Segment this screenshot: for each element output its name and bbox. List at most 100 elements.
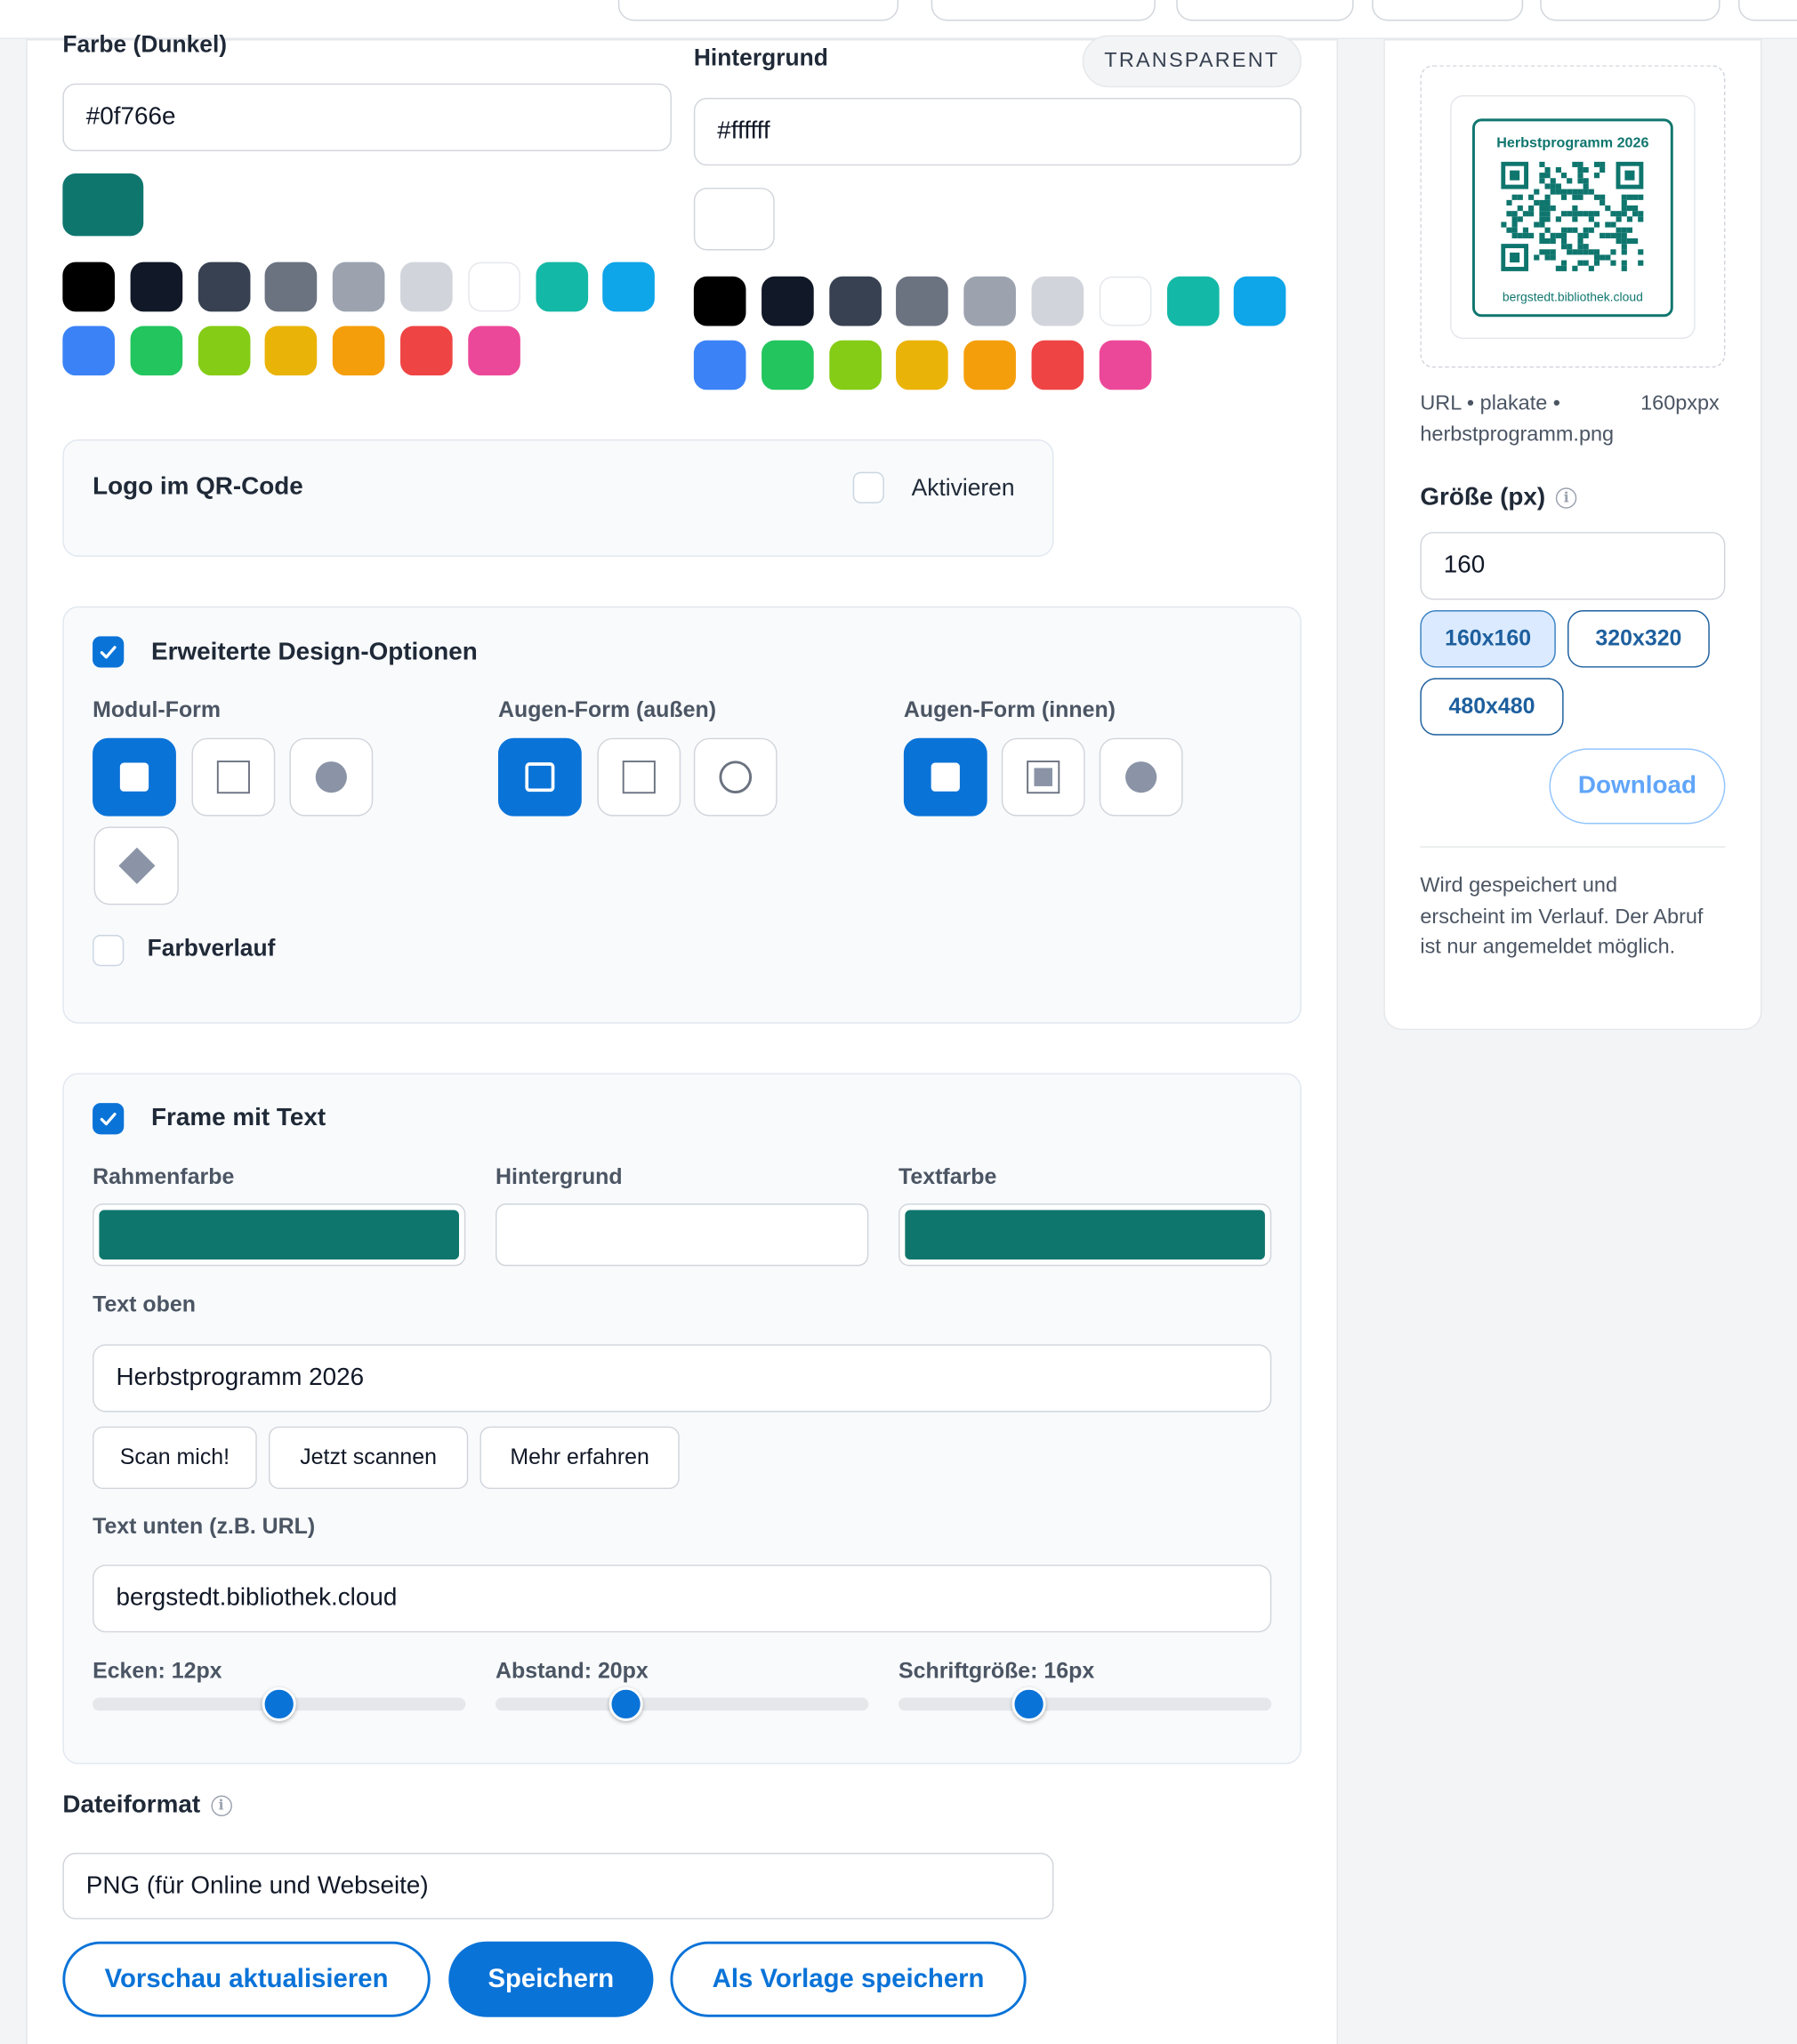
color-swatch[interactable]: [265, 326, 318, 376]
text-top-input[interactable]: Herbstprogramm 2026: [93, 1344, 1272, 1412]
toolbar-chip[interactable]: [1176, 0, 1354, 21]
qr-module: [1510, 170, 1520, 181]
frame-text-color-input[interactable]: [898, 1203, 1272, 1267]
color-swatch[interactable]: [197, 262, 250, 312]
color-swatch[interactable]: [130, 262, 182, 312]
color-swatch[interactable]: [828, 340, 882, 390]
spacing-slider-thumb[interactable]: [608, 1686, 643, 1721]
eye-inner-square[interactable]: [903, 737, 987, 817]
info-icon[interactable]: i: [1555, 487, 1577, 509]
color-swatch[interactable]: [197, 326, 250, 376]
square-icon: [931, 762, 960, 792]
frame-checkbox[interactable]: [93, 1103, 125, 1135]
size-320-button[interactable]: 320x320: [1567, 610, 1710, 668]
logo-activate-checkbox[interactable]: [852, 471, 884, 503]
eye-inner-label: Augen-Form (innen): [903, 697, 1116, 723]
download-button[interactable]: Download: [1549, 748, 1726, 825]
preset-scan-mich[interactable]: Scan mich!: [93, 1426, 257, 1490]
toolbar-chip[interactable]: [617, 0, 899, 21]
color-swatch[interactable]: [896, 340, 949, 390]
info-icon[interactable]: i: [210, 1795, 232, 1816]
module-shape-dot[interactable]: [289, 737, 374, 817]
preset-mehr-erfahren[interactable]: Mehr erfahren: [479, 1426, 680, 1490]
size-160-button[interactable]: 160x160: [1420, 610, 1556, 668]
color-swatch[interactable]: [265, 262, 318, 312]
color-swatch[interactable]: [130, 326, 182, 376]
qr-module: [1539, 221, 1545, 228]
color-swatch[interactable]: [963, 340, 1017, 390]
qr-module: [1577, 249, 1583, 255]
size-480-button[interactable]: 480x480: [1420, 678, 1564, 736]
frame-border-color-input[interactable]: [93, 1203, 466, 1267]
eye-outer-sharp[interactable]: [597, 737, 681, 817]
gradient-checkbox[interactable]: [93, 935, 125, 967]
color-swatch[interactable]: [602, 262, 656, 312]
spacing-slider[interactable]: [496, 1697, 869, 1711]
background-color-input[interactable]: #ffffff: [693, 97, 1301, 166]
eye-inner-dot[interactable]: [1099, 737, 1183, 817]
eye-outer-circle[interactable]: [693, 737, 778, 817]
eye-outer-square[interactable]: [497, 737, 582, 817]
toolbar-chip[interactable]: [1372, 0, 1524, 21]
qr-module: [1528, 205, 1535, 212]
size-input[interactable]: 160: [1420, 532, 1726, 600]
color-swatch[interactable]: [1166, 276, 1220, 326]
background-color-preview[interactable]: [693, 188, 775, 251]
module-shape-diamond[interactable]: [93, 826, 179, 905]
qr-module: [1555, 232, 1561, 238]
color-swatch[interactable]: [1099, 340, 1152, 390]
color-swatch[interactable]: [535, 262, 588, 312]
color-swatch[interactable]: [400, 326, 453, 376]
frame-bg-color-input[interactable]: [496, 1203, 869, 1267]
color-swatch[interactable]: [1099, 276, 1152, 326]
color-swatch[interactable]: [467, 326, 520, 376]
design-options-checkbox[interactable]: [93, 636, 125, 668]
qr-module: [1550, 232, 1556, 238]
dark-color-preview[interactable]: [62, 173, 144, 237]
color-swatch[interactable]: [1031, 276, 1084, 326]
module-shape-square[interactable]: [93, 737, 176, 817]
text-bottom-input[interactable]: bergstedt.bibliothek.cloud: [93, 1565, 1272, 1633]
color-swatch[interactable]: [761, 276, 814, 326]
toolbar-chip[interactable]: [1738, 0, 1797, 21]
toolbar-chip[interactable]: [931, 0, 1156, 21]
qr-module: [1593, 221, 1600, 228]
color-swatch[interactable]: [896, 276, 949, 326]
font-size-label: Schriftgröße: 16px: [898, 1658, 1095, 1684]
qr-module: [1621, 227, 1627, 233]
color-swatch[interactable]: [1031, 340, 1084, 390]
qr-module: [1632, 194, 1639, 200]
color-swatch[interactable]: [62, 262, 115, 312]
qr-module: [1616, 211, 1622, 217]
color-swatch[interactable]: [467, 262, 520, 312]
qr-module: [1544, 194, 1551, 200]
qr-module: [1626, 205, 1633, 212]
frame-text-color-label: Textfarbe: [898, 1164, 997, 1189]
color-swatch[interactable]: [693, 340, 746, 390]
refresh-preview-button[interactable]: Vorschau aktualisieren: [62, 1941, 431, 2017]
save-template-button[interactable]: Als Vorlage speichern: [670, 1941, 1027, 2017]
dark-color-input[interactable]: #0f766e: [62, 83, 672, 152]
corners-slider-thumb[interactable]: [262, 1686, 296, 1721]
qr-module: [1539, 216, 1545, 222]
color-swatch[interactable]: [400, 262, 453, 312]
module-shape-outline[interactable]: [191, 737, 276, 817]
qr-module: [1550, 237, 1556, 245]
transparent-button[interactable]: TRANSPARENT: [1082, 35, 1301, 88]
color-swatch[interactable]: [761, 340, 814, 390]
color-swatch[interactable]: [963, 276, 1017, 326]
toolbar-chip[interactable]: [1540, 0, 1720, 21]
color-swatch[interactable]: [333, 326, 385, 376]
file-format-select[interactable]: PNG (für Online und Webseite): [62, 1853, 1054, 1919]
qr-module: [1577, 211, 1583, 217]
color-swatch[interactable]: [1234, 276, 1286, 326]
font-size-slider-thumb[interactable]: [1011, 1686, 1046, 1721]
save-button[interactable]: Speichern: [448, 1941, 654, 2017]
color-swatch[interactable]: [62, 326, 115, 376]
eye-inner-framed[interactable]: [1001, 737, 1085, 817]
font-size-slider[interactable]: [898, 1697, 1272, 1711]
color-swatch[interactable]: [693, 276, 746, 326]
color-swatch[interactable]: [828, 276, 882, 326]
preset-jetzt-scannen[interactable]: Jetzt scannen: [268, 1426, 469, 1490]
color-swatch[interactable]: [333, 262, 385, 312]
